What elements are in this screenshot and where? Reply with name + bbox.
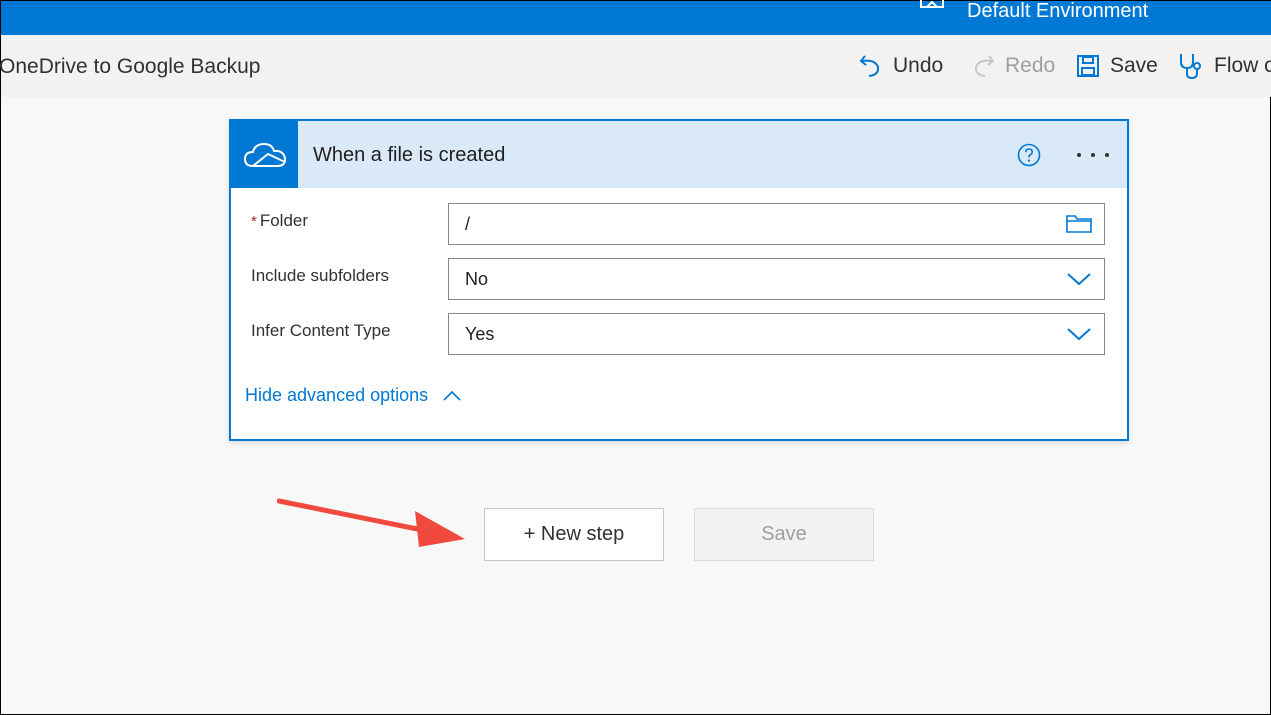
chevron-down-icon	[1067, 328, 1091, 341]
save-command-label: Save	[1110, 54, 1158, 77]
folder-label-text: Folder	[259, 211, 309, 230]
required-marker: *	[251, 213, 257, 230]
flow-checker-button[interactable]: Flow c	[1178, 50, 1271, 82]
infer-content-type-label: Infer Content Type	[251, 321, 391, 340]
folder-value: /	[465, 214, 471, 234]
save-icon	[1077, 55, 1099, 77]
redo-label: Redo	[1005, 54, 1056, 77]
onedrive-cloud-icon	[243, 142, 286, 167]
include-subfolders-label: Include subfolders	[251, 266, 389, 285]
infer-content-type-dropdown[interactable]: Yes	[448, 313, 1105, 355]
red-arrow-annotation	[277, 498, 465, 547]
redo-icon	[974, 55, 995, 77]
help-icon[interactable]	[1017, 143, 1041, 167]
trigger-card-header[interactable]: When a file is created	[231, 121, 1127, 188]
redo-button[interactable]: Redo	[971, 50, 1055, 82]
environment-icon	[920, 0, 944, 8]
undo-button[interactable]: Undo	[859, 50, 943, 82]
chevron-down-icon	[1067, 273, 1091, 286]
undo-label: Undo	[893, 54, 944, 77]
top-bar: Default Environment	[1, 0, 1271, 35]
trigger-title: When a file is created	[313, 144, 506, 166]
folder-icon[interactable]	[1066, 214, 1092, 234]
infer-content-type-value: Yes	[465, 324, 495, 344]
include-subfolders-dropdown[interactable]: No	[448, 258, 1105, 300]
onedrive-icon-box	[231, 121, 298, 188]
hide-advanced-options-link[interactable]: Hide advanced options	[245, 385, 462, 406]
undo-icon	[859, 55, 880, 77]
chevron-up-icon	[443, 390, 461, 401]
folder-label: * Folder	[251, 211, 308, 231]
stethoscope-icon	[1180, 54, 1201, 80]
folder-field[interactable]: /	[448, 203, 1105, 245]
new-step-button[interactable]: + New step	[484, 508, 664, 561]
more-options-icon[interactable]	[1075, 151, 1111, 159]
trigger-card: When a file is created * Folder / Include…	[229, 119, 1129, 441]
flow-checker-label: Flow c	[1214, 54, 1271, 77]
save-button[interactable]: Save	[694, 508, 874, 561]
hide-advanced-options-label: Hide advanced options	[245, 385, 429, 405]
save-command-button[interactable]: Save	[1076, 50, 1158, 82]
include-subfolders-value: No	[465, 269, 489, 289]
environment-label[interactable]: Default Environment	[967, 0, 1148, 23]
flow-name: OneDrive to Google Backup	[0, 55, 261, 78]
